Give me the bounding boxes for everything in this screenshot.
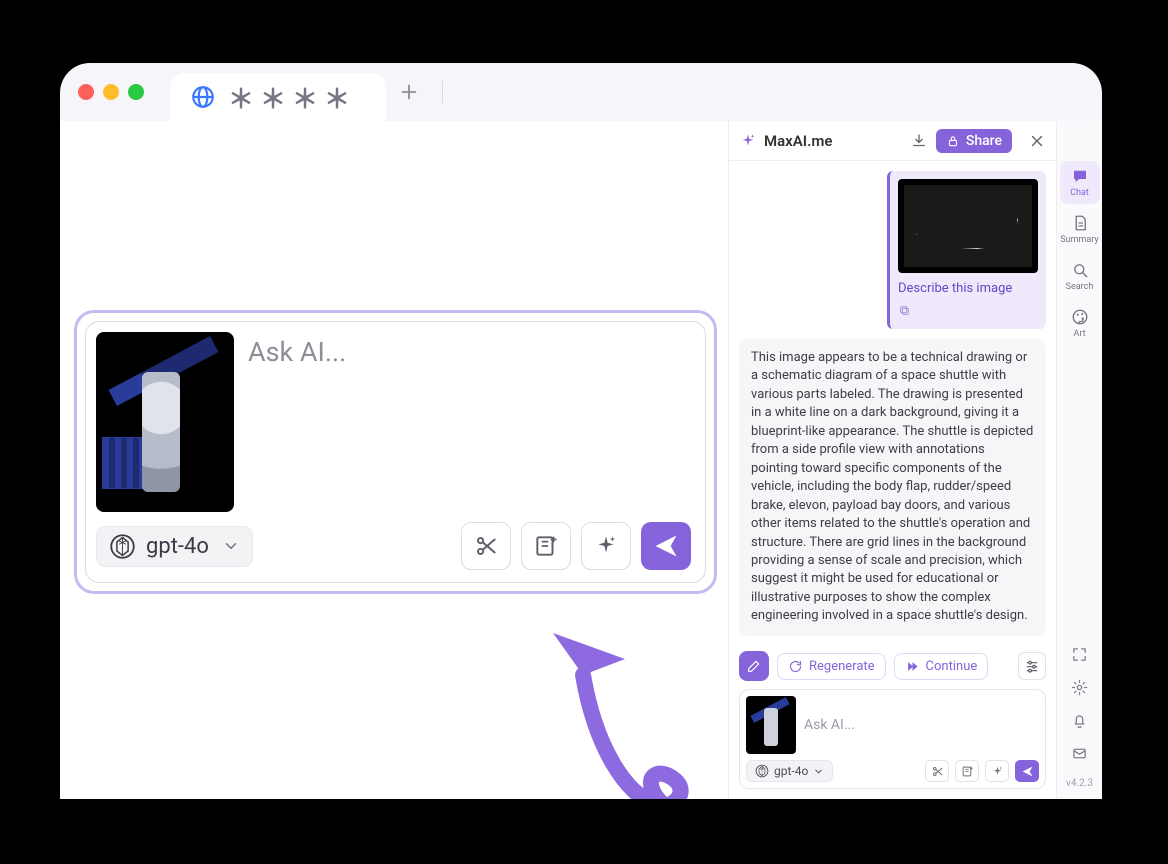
model-selector[interactable]: gpt-4o <box>96 526 253 567</box>
download-button[interactable] <box>910 132 928 150</box>
notifications-button[interactable] <box>1071 712 1088 729</box>
prompt-input[interactable]: Ask AI... <box>248 332 346 512</box>
page-content: Ask AI... gpt-4o <box>60 121 728 799</box>
version-label: v4.2.3 <box>1066 778 1093 789</box>
mini-screenshot-button[interactable] <box>925 760 949 782</box>
brand: MaxAI.me <box>739 132 832 150</box>
book-icon <box>533 533 559 559</box>
user-message-text: Describe this image <box>898 281 1038 296</box>
chat-action-row: Regenerate Continue <box>729 647 1056 689</box>
lock-icon <box>946 134 960 148</box>
book-icon <box>961 765 974 778</box>
ai-response: This image appears to be a technical dra… <box>739 339 1046 636</box>
chevron-down-icon <box>222 537 240 555</box>
mini-prompt-library-button[interactable] <box>955 760 979 782</box>
refresh-icon <box>788 659 803 674</box>
sparkles-icon <box>593 533 619 559</box>
continue-button[interactable]: Continue <box>894 653 989 680</box>
tab-title: ＊＊＊＊ <box>228 79 356 116</box>
mini-composer: Ask AI... gpt-4o <box>739 689 1046 789</box>
model-label: gpt-4o <box>146 534 209 559</box>
settings-button[interactable] <box>1071 679 1088 696</box>
sparkles-icon <box>991 765 1004 778</box>
regenerate-button[interactable]: Regenerate <box>777 653 886 680</box>
window-close-button[interactable] <box>78 84 94 100</box>
new-chat-button[interactable] <box>739 651 769 681</box>
send-icon <box>652 532 680 560</box>
openai-icon <box>109 533 136 560</box>
search-icon <box>1071 261 1089 279</box>
send-button[interactable] <box>641 522 691 570</box>
attached-image-thumbnail[interactable] <box>96 332 234 512</box>
scissors-icon <box>931 765 944 778</box>
mini-model-selector[interactable]: gpt-4o <box>746 760 833 782</box>
rail-search-label: Search <box>1066 282 1094 292</box>
prompt-library-button[interactable] <box>521 522 571 570</box>
rail-summary-label: Summary <box>1060 235 1098 245</box>
separator <box>442 81 443 103</box>
ai-tools-button[interactable] <box>581 522 631 570</box>
screenshot-button[interactable] <box>461 522 511 570</box>
copy-button[interactable] <box>898 302 1038 321</box>
tune-button[interactable] <box>1018 652 1046 680</box>
new-tab-button[interactable] <box>398 81 420 103</box>
rail-art-label: Art <box>1073 329 1085 339</box>
fast-forward-icon <box>905 659 920 674</box>
share-label: Share <box>966 133 1002 149</box>
fullscreen-button[interactable] <box>1071 646 1088 663</box>
chat-icon <box>1071 167 1089 185</box>
chevron-down-icon <box>813 766 824 777</box>
feedback-button[interactable] <box>1071 745 1088 762</box>
rail-art[interactable]: Art <box>1060 302 1100 345</box>
chat-header: MaxAI.me Share <box>729 121 1056 161</box>
window-controls <box>78 84 144 100</box>
sliders-icon <box>1024 658 1040 674</box>
palette-icon <box>1071 308 1089 326</box>
mini-prompt-input[interactable]: Ask AI... <box>804 717 855 733</box>
mini-model-label: gpt-4o <box>774 764 808 778</box>
close-panel-button[interactable] <box>1028 132 1046 150</box>
sparkles-icon <box>739 132 757 150</box>
mini-send-button[interactable] <box>1015 760 1039 782</box>
scissors-icon <box>473 533 499 559</box>
regenerate-label: Regenerate <box>809 659 875 674</box>
rail-search[interactable]: Search <box>1060 255 1100 298</box>
window-zoom-button[interactable] <box>128 84 144 100</box>
annotation-arrow <box>475 595 735 799</box>
browser-tab[interactable]: ＊＊＊＊ <box>170 73 386 121</box>
globe-icon <box>190 84 216 110</box>
user-image-attachment[interactable] <box>898 179 1038 273</box>
mini-attached-image[interactable] <box>746 696 796 754</box>
rail-chat[interactable]: Chat <box>1060 161 1100 204</box>
document-icon <box>1071 214 1089 232</box>
brand-name: MaxAI.me <box>764 132 832 150</box>
plus-icon <box>398 81 420 103</box>
rail-chat-label: Chat <box>1070 188 1089 198</box>
window-minimize-button[interactable] <box>103 84 119 100</box>
mini-ai-tools-button[interactable] <box>985 760 1009 782</box>
openai-icon <box>755 764 769 778</box>
browser-titlebar: ＊＊＊＊ <box>60 63 1102 121</box>
copy-icon <box>898 304 911 317</box>
ai-prompt-card: Ask AI... gpt-4o <box>74 310 717 594</box>
send-icon <box>1021 765 1034 778</box>
share-button[interactable]: Share <box>936 129 1012 153</box>
edit-icon <box>746 658 762 674</box>
continue-label: Continue <box>926 659 978 674</box>
browser-window: ＊＊＊＊ Ask AI... <box>60 63 1102 799</box>
side-rail: Chat Summary Search Art v4.2.3 <box>1056 121 1102 799</box>
user-message: Describe this image <box>887 171 1046 329</box>
rail-summary[interactable]: Summary <box>1060 208 1100 251</box>
chat-panel: MaxAI.me Share Describe this image <box>728 121 1056 799</box>
